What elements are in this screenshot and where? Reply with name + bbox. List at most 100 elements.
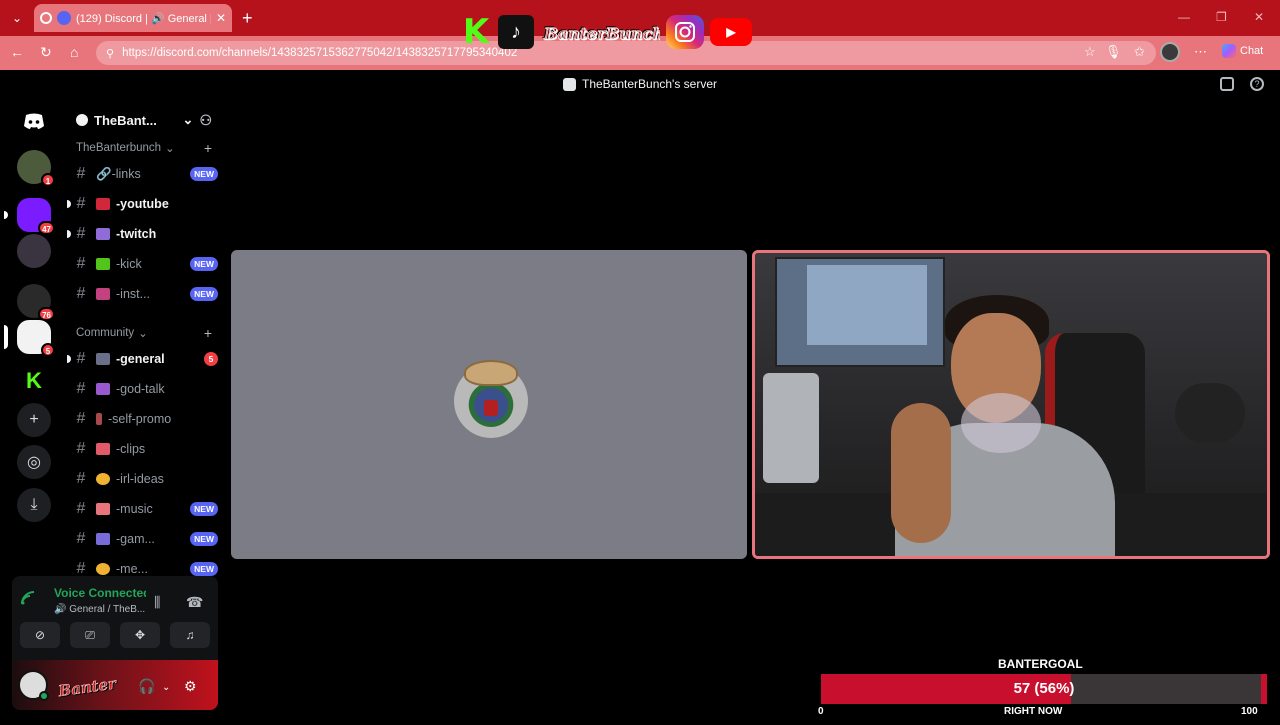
disconnect-icon[interactable]: ☎: [186, 594, 203, 611]
server-header[interactable]: TheBant... ⌄ ⚇: [64, 98, 224, 142]
bookmark-star-icon[interactable]: ☆: [1084, 44, 1096, 60]
server-badge-3: 76: [38, 307, 55, 321]
channel-label: -self-promo: [108, 412, 172, 426]
activities-icon: ✥: [134, 628, 146, 642]
minimize-icon[interactable]: —: [1178, 10, 1190, 24]
browser-tab-discord[interactable]: (129) Discord | 🔊 General | TheBanterBun…: [34, 4, 232, 32]
category-label: TheBanterbunch: [76, 142, 162, 154]
inbox-icon[interactable]: [1220, 77, 1234, 91]
tab-search-chevron-icon[interactable]: ⌄: [6, 8, 28, 28]
favorites-icon[interactable]: ✩: [1134, 44, 1145, 60]
discover-compass-icon[interactable]: ◎: [17, 445, 51, 479]
channel-youtube[interactable]: # -youtube: [67, 190, 218, 218]
add-server-icon[interactable]: +: [17, 403, 51, 437]
youtube-logo-icon: ▶: [710, 18, 752, 46]
new-badge: NEW: [190, 562, 218, 576]
new-tab-plus-icon[interactable]: +: [242, 8, 253, 28]
channel-label: -music: [116, 502, 153, 516]
camera-off-button[interactable]: ⊘: [20, 622, 60, 648]
banterbunch-logo-art: BanterBunch: [543, 24, 660, 44]
channel-kick[interactable]: # -kick NEW: [72, 250, 218, 278]
new-badge: NEW: [190, 167, 218, 181]
channel-label: -gam...: [116, 532, 155, 546]
server-name: TheBant...: [94, 112, 157, 128]
back-arrow-icon[interactable]: ←: [10, 44, 24, 60]
home-icon[interactable]: ⌂: [70, 44, 78, 60]
hash-icon: #: [76, 500, 86, 517]
channel-twitch[interactable]: # -twitch: [67, 220, 218, 248]
instagram-logo-icon: [666, 15, 704, 49]
reload-icon[interactable]: ↻: [40, 44, 52, 61]
user-bar: Banter 🎧 ⌄ ⚙: [12, 660, 218, 710]
kick-icon: [96, 258, 110, 270]
voice-status: Voice Connected: [54, 586, 146, 600]
channel-instagram[interactable]: # -inst... NEW: [72, 280, 218, 308]
server-boost-icon: [76, 114, 88, 126]
mic-icon[interactable]: 🎙: [1105, 44, 1122, 60]
channel-links[interactable]: # 🔗-links NEW: [72, 160, 218, 188]
cross-icon: [96, 383, 110, 395]
profile-avatar[interactable]: [1160, 42, 1180, 62]
tab-close-icon[interactable]: ✕: [216, 11, 226, 25]
channel-self-promo[interactable]: # -self-promo: [72, 405, 218, 433]
hash-icon: #: [76, 350, 86, 367]
channel-label: -clips: [116, 442, 146, 456]
server-icon-2[interactable]: 47: [4, 198, 55, 235]
webcam-microphone: [1175, 383, 1245, 443]
invite-people-icon[interactable]: ⚇: [199, 112, 212, 129]
audio-settings-chevron-icon[interactable]: ⌄: [162, 682, 170, 693]
category-theBanterbunch[interactable]: TheBanterbunch ⌄ +: [76, 140, 212, 156]
participant-tile-webcam[interactable]: [752, 250, 1270, 559]
tiktok-logo-icon: ♪: [498, 15, 534, 49]
copilot-chat-button[interactable]: Chat: [1222, 44, 1263, 58]
avatar-detail: [484, 400, 498, 416]
more-menu-icon[interactable]: ⋯: [1194, 44, 1207, 60]
server-icon-4[interactable]: 76: [17, 284, 55, 321]
server-icon-1[interactable]: 1: [17, 150, 55, 187]
goal-value: 57 (56%): [1013, 680, 1075, 697]
server-icon-banterbunch[interactable]: 5: [4, 320, 55, 357]
channel-music[interactable]: # -music NEW: [72, 495, 218, 523]
help-icon[interactable]: ?: [1250, 77, 1264, 91]
chevron-down-icon: ⌄: [182, 112, 194, 127]
hash-icon: #: [76, 530, 86, 547]
site-info-icon[interactable]: ⚲: [106, 47, 114, 60]
download-icon[interactable]: ⤓: [17, 488, 51, 522]
url-text: https://discord.com/channels/14383257153…: [122, 47, 518, 59]
window-title: TheBanterBunch's server: [581, 77, 718, 91]
signal-strength-icon[interactable]: [20, 590, 40, 610]
close-window-icon[interactable]: ✕: [1254, 10, 1264, 24]
soundboard-icon: ♫: [185, 628, 195, 642]
channel-gaming[interactable]: # -gam... NEW: [72, 525, 218, 553]
channel-irl-ideas[interactable]: # -irl-ideas: [72, 465, 218, 493]
thinking-icon: [96, 473, 110, 485]
maximize-icon[interactable]: ❐: [1216, 10, 1227, 24]
tab-audio-icon[interactable]: [40, 12, 52, 24]
screen-share-button[interactable]: ⎚: [70, 622, 110, 648]
music-icon: [96, 503, 110, 515]
noise-suppression-icon[interactable]: ⫼: [154, 594, 160, 611]
channel-god-talk[interactable]: # -god-talk: [72, 375, 218, 403]
server-icon-3[interactable]: [17, 234, 51, 268]
user-settings-gear-icon[interactable]: ⚙: [184, 678, 197, 695]
user-display-name[interactable]: Banter: [52, 661, 127, 708]
create-channel-icon[interactable]: +: [204, 325, 212, 341]
svg-text:Banter: Banter: [56, 674, 118, 700]
participant-tile-avatar[interactable]: [231, 250, 747, 559]
controller-icon: [96, 533, 110, 545]
hash-icon: #: [76, 225, 86, 242]
category-community[interactable]: Community ⌄ +: [76, 325, 212, 341]
channel-general[interactable]: # -general 5: [67, 345, 218, 373]
channel-clips[interactable]: # -clips: [72, 435, 218, 463]
chat-label: Chat: [1240, 45, 1264, 57]
headphones-icon[interactable]: 🎧: [138, 678, 155, 695]
soundboard-button[interactable]: ♫: [170, 622, 210, 648]
kick-server-icon[interactable]: K: [17, 364, 51, 398]
user-avatar[interactable]: [18, 670, 49, 701]
voice-channel-link[interactable]: 🔊 General / TheB...: [54, 604, 145, 615]
activities-button[interactable]: ✥: [120, 622, 160, 648]
discord-home-icon[interactable]: [17, 104, 51, 138]
new-badge: NEW: [190, 532, 218, 546]
voice-actions: ⊘ ⎚ ✥ ♫: [20, 622, 210, 650]
create-channel-icon[interactable]: +: [204, 140, 212, 156]
